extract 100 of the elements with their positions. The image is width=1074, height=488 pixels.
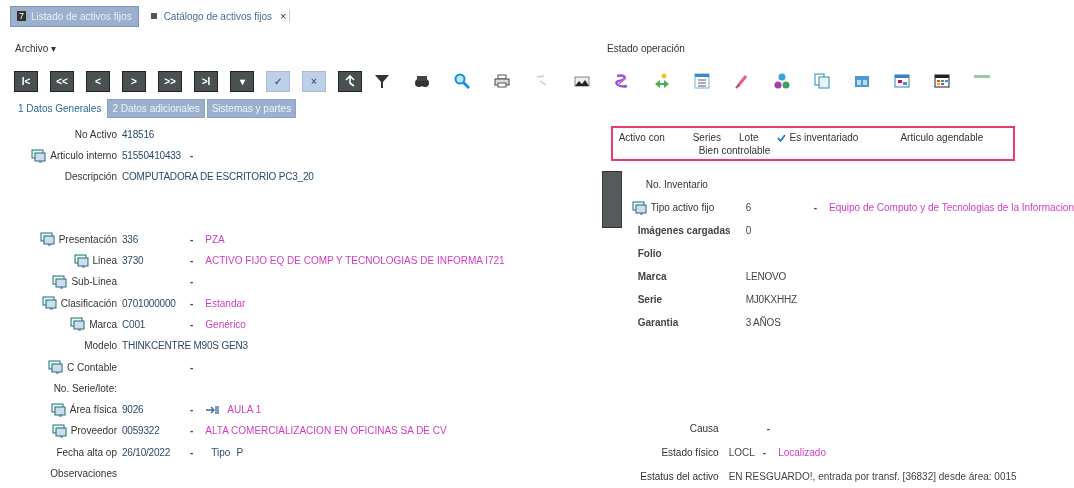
dash: - [190,276,194,288]
dash: - [190,255,194,267]
nav-button[interactable]: >> [158,70,182,92]
field-description: Genérico [205,318,246,330]
field-label: Sub-Linea [71,276,117,288]
field-value: C001 [122,318,147,330]
status-label: Estado operación [607,42,685,54]
field-label: Garantia [637,317,679,328]
field-value: COMPUTADORA DE ESCRITORIO PC3_20 [122,170,314,182]
scroll-handle[interactable] [601,171,622,228]
documents-icon[interactable] [814,73,830,89]
lookup-icon[interactable] [31,148,47,163]
dash: - [190,297,194,309]
nav-button[interactable]: I< [14,70,38,92]
field-label: Marca [637,271,667,282]
dash: - [190,318,194,330]
field-label: Activo con [618,131,666,144]
lookup-icon[interactable] [50,402,66,417]
field-label: Serie [637,294,663,305]
image-icon[interactable] [574,73,590,89]
field-description: ALTA COMERCIALIZACION EN OFICINAS SA DE CV [205,425,447,437]
field-value: 3 AÑOS [745,317,782,328]
lookup-icon[interactable] [39,232,55,247]
nav-button[interactable] [338,70,362,92]
field-value: 3730 [122,255,145,267]
tab[interactable]: 1 Datos Generales [14,99,106,117]
field-label: No. Serie/lote: [53,382,117,394]
field-value: LENOVO [745,271,788,282]
dash: - [190,425,194,437]
dash: - [190,446,194,458]
binoculars-icon[interactable] [414,73,430,89]
field-label: Área física [69,404,117,416]
field-label: Tipo [211,446,231,458]
checkmark-icon [776,133,786,142]
nav-button[interactable]: >I [194,70,218,92]
checkbox-option[interactable]: Bien controlable [698,144,771,157]
lookup-icon[interactable] [41,296,57,311]
pencil-icon[interactable] [734,73,750,89]
dash: - [766,422,770,434]
search-icon[interactable] [454,73,470,89]
field-label: Marca [89,318,117,330]
menu-item[interactable]: Archivo ▾ [0,42,607,54]
field-description: PZA [205,233,225,245]
field-value: 0059322 [122,425,161,437]
field-value: 9026 [122,404,145,416]
field-value: THINKCENTRE M90S GEN3 [122,340,248,352]
tab[interactable]: 7 Listado de activos fijos [10,5,139,27]
window-icon[interactable] [854,73,870,89]
network-icon[interactable] [774,73,790,89]
rotate-icon [344,75,356,87]
field-value: 336 [122,233,140,245]
field-description: Equipo de Computo y de Tecnologias de la Informacion [829,202,1074,213]
spiral-icon[interactable] [614,73,630,89]
field-label: Descripción [64,170,117,182]
field-value: EN RESGUARDO!, entrada por transf. [36832] desde área: 0015 [728,470,1017,482]
dash: - [190,150,194,162]
move-icon [205,404,220,415]
field-label: Modelo [84,340,117,352]
calendar-icon[interactable] [894,73,910,89]
document-icon [150,12,159,20]
nav-button[interactable]: > [122,70,146,92]
field-value: P [236,446,244,458]
lookup-icon[interactable] [73,253,89,268]
nav-button[interactable]: < [86,70,110,92]
field-label: Clasificación [60,297,117,309]
lookup-icon[interactable] [70,317,86,332]
field-value: LOCL [728,446,755,458]
lookup-icon[interactable] [47,360,63,374]
checkbox-option[interactable]: Lote [739,131,759,144]
nav-button[interactable]: ▾ [230,70,254,92]
dash: - [813,202,817,213]
printer-icon[interactable] [494,73,510,89]
nav-button[interactable]: << [50,70,74,92]
table-icon[interactable] [694,73,710,89]
field-value: 0 [745,225,753,236]
field-label: Proveedor [70,425,117,437]
tab[interactable]: Catálogo de activos fijos [144,6,279,26]
field-value: 418516 [122,129,156,141]
field-value: MJ0KXHHZ [745,294,798,305]
checkbox-option[interactable]: Articulo agendable [900,131,984,144]
field-description: Localizado [778,446,826,458]
field-label: Fecha alta op [56,446,117,458]
field-value: 51550410433 [122,150,182,162]
lookup-icon[interactable] [51,423,67,438]
field-label: Tipo activo fijo [650,202,715,213]
funnel-icon[interactable] [374,73,390,89]
checkbox-option[interactable]: Es inventariado [776,131,859,144]
field-label: Linea [92,255,117,267]
field-label: Articulo interno [50,150,117,162]
field-label: Estado físico [660,446,720,458]
checkbox-option[interactable]: Series [692,131,722,144]
field-label: Presentación [58,233,117,245]
dash: - [190,404,194,416]
lookup-icon[interactable] [52,274,68,289]
field-label: Imágenes cargadas [637,225,731,236]
field-label: No Activo [74,129,117,141]
grid-icon[interactable] [934,73,950,89]
lookup-icon[interactable] [631,200,647,215]
field-label: Folio [637,248,662,259]
field-label: Observaciones [50,468,117,479]
